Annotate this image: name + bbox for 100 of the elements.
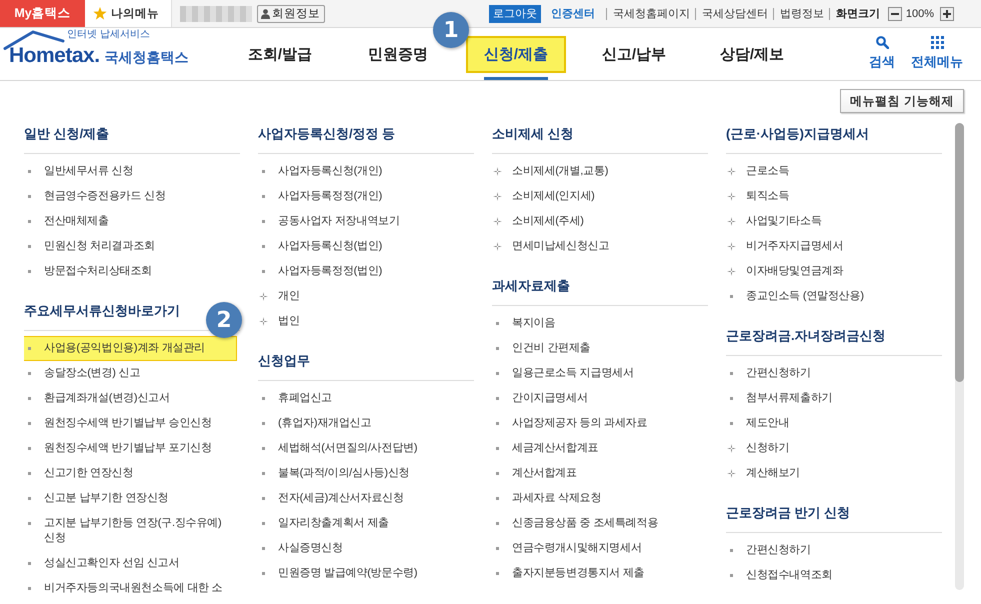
menu-link[interactable]: 소비제세(개별,교통) — [490, 159, 705, 184]
section-heading: 사업자등록신청/정정 등 — [258, 126, 396, 141]
menu-link[interactable]: 고지분 납부기한등 연장(구.징수유예) 신청 — [24, 511, 237, 551]
nav-tab[interactable]: 신고/납부 — [584, 36, 684, 73]
menu-link[interactable]: 비거주자등의국내원천소득에 대한 소 — [24, 576, 237, 601]
cross-bullet-icon — [259, 317, 268, 326]
menu-link[interactable]: 세금계산서합계표 — [490, 436, 705, 461]
bullet-icon — [28, 587, 31, 590]
menu-link[interactable]: 일반세무서류 신청 — [24, 159, 237, 184]
collapse-button[interactable]: 메뉴펼침 기능해제 — [840, 89, 964, 113]
my-hometax-link[interactable]: My홈택스 — [0, 0, 85, 27]
bullet-icon — [28, 397, 31, 400]
search-button[interactable]: 검색 — [869, 36, 895, 71]
section-heading: 근로장려금 반기 신청 — [726, 505, 850, 520]
bullet-icon — [496, 547, 499, 550]
menu-link[interactable]: 성실신고확인자 선임 신고서 — [24, 551, 237, 576]
bullet-icon — [496, 497, 499, 500]
my-menu-link[interactable]: 나의메뉴 — [85, 0, 172, 27]
menu-link[interactable]: 연금수령개시및해지명세서 — [490, 536, 705, 561]
bullet-icon — [28, 372, 31, 375]
menu-link[interactable]: 사업자등록신청(법인) — [256, 234, 471, 259]
menu-link[interactable]: 계산서합계표 — [490, 461, 705, 486]
menu-link[interactable]: 원천징수세액 반기별납부 포기신청 — [24, 436, 237, 461]
menu-link[interactable]: 소비제세(인지세) — [490, 184, 705, 209]
cross-bullet-icon — [493, 242, 502, 251]
scrollbar-thumb[interactable] — [955, 123, 964, 382]
nav-tab[interactable]: 신청/제출 — [466, 36, 566, 73]
menu-link[interactable]: 신고기한 연장신청 — [24, 461, 237, 486]
bullet-icon — [28, 497, 31, 500]
bullet-icon — [28, 270, 31, 273]
top-link[interactable]: 법령정보 — [772, 8, 829, 20]
menu-link[interactable]: 신고분 납부기한 연장신청 — [24, 486, 237, 511]
menu-link[interactable]: 근로소득 — [724, 159, 939, 184]
plus-icon — [943, 10, 951, 18]
grid-icon — [930, 36, 944, 49]
menu-link[interactable]: 제도안내 — [724, 411, 939, 436]
menu-link[interactable]: 신종금융상품 중 조세특례적용 — [490, 511, 705, 536]
member-info-button[interactable]: 회원정보 — [257, 4, 325, 22]
menu-link[interactable]: 출자지분등변경통지서 제출 — [490, 561, 705, 586]
menu-link[interactable]: 불복(과적/이의/심사등)신청 — [256, 461, 471, 486]
menu-link[interactable]: 사업자등록정정(개인) — [256, 184, 471, 209]
menu-link[interactable]: 전산매체제출 — [24, 209, 237, 234]
menu-link[interactable]: 법인 — [256, 309, 471, 334]
menu-link[interactable]: 첨부서류제출하기 — [724, 386, 939, 411]
menu-link[interactable]: 민원신청 처리결과조회 — [24, 234, 237, 259]
top-link[interactable]: 국세상담센터 — [694, 8, 773, 20]
menu-link[interactable]: 송달장소(변경) 신고 — [24, 361, 237, 386]
menu-link[interactable]: 환급계좌개설(변경)신고서 — [24, 386, 237, 411]
bullet-icon — [262, 397, 265, 400]
menu-link[interactable]: 개인 — [256, 284, 471, 309]
zoom-in-button[interactable] — [940, 6, 954, 20]
menu-link[interactable]: 사실증명신청 — [256, 536, 471, 561]
menu-link[interactable]: 과세자료 삭제요청 — [490, 486, 705, 511]
menu-link[interactable]: 사업및기타소득 — [724, 209, 939, 234]
menu-link[interactable]: 소비제세(주세) — [490, 209, 705, 234]
menu-link[interactable]: 인건비 간편제출 — [490, 336, 705, 361]
menu-link[interactable]: 민원증명 발급예약(방문수령) — [256, 561, 471, 586]
menu-link[interactable]: 계산해보기 — [724, 461, 939, 486]
menu-link[interactable]: 세법해석(서면질의/사전답변) — [256, 436, 471, 461]
menu-link[interactable]: 휴폐업신고 — [256, 386, 471, 411]
blurred-name-placeholder — [180, 6, 252, 22]
menu-link[interactable]: 간이지급명세서 — [490, 386, 705, 411]
menu-link[interactable]: 간편신청하기 — [724, 538, 939, 563]
all-menu-button[interactable]: 전체메뉴 — [911, 36, 963, 71]
menu-link[interactable]: 사업자등록정정(법인) — [256, 259, 471, 284]
menu-link[interactable]: 신청하기 — [724, 436, 939, 461]
menu-link[interactable]: 비거주자지급명세서 — [724, 234, 939, 259]
menu-link[interactable]: (휴업자)재개업신고 — [256, 411, 471, 436]
menu-link[interactable]: 복지이음 — [490, 311, 705, 336]
nav-tab[interactable]: 상담/제보 — [702, 36, 802, 73]
bullet-icon — [730, 295, 733, 298]
bullet-icon — [496, 422, 499, 425]
menu-link[interactable]: 일자리창출계획서 제출 — [256, 511, 471, 536]
menu-link[interactable]: 퇴직소득 — [724, 184, 939, 209]
menu-link[interactable]: 일용근로소득 지급명세서 — [490, 361, 705, 386]
cert-center-link[interactable]: 인증센터 — [550, 6, 595, 21]
menu-link[interactable]: 전자(세금)계산서자료신청 — [256, 486, 471, 511]
logout-button[interactable]: 로그아웃 — [488, 4, 541, 22]
menu-link[interactable]: 사업용(공익법인용)계좌 개설관리 — [24, 336, 237, 361]
menu-link[interactable]: 방문접수처리상태조회 — [24, 259, 237, 284]
cross-bullet-icon — [493, 192, 502, 201]
nav-tab[interactable]: 조회/발급 — [230, 36, 330, 73]
zoom-out-button[interactable] — [888, 6, 902, 20]
menu-link[interactable]: 신청접수내역조회 — [724, 563, 939, 588]
cross-bullet-icon — [727, 444, 736, 453]
menu-link[interactable]: 면세미납세신청신고 — [490, 234, 705, 259]
logo-wordmark[interactable]: Hometax. — [9, 44, 100, 68]
menu-link[interactable]: 공동사업자 저장내역보기 — [256, 209, 471, 234]
bullet-icon — [28, 220, 31, 223]
menu-link[interactable]: 현금영수증전용카드 신청 — [24, 184, 237, 209]
menu-link[interactable]: 간편신청하기 — [724, 361, 939, 386]
menu-link[interactable]: 사업자등록신청(개인) — [256, 159, 471, 184]
menu-link[interactable]: 원천징수세액 반기별납부 승인신청 — [24, 411, 237, 436]
menu-link[interactable]: 사업장제공자 등의 과세자료 — [490, 411, 705, 436]
logo-title[interactable]: 국세청홈택스 — [104, 49, 189, 67]
screen-size-label: 화면크기 — [828, 8, 885, 20]
menu-link[interactable]: 이자배당및연금계좌 — [724, 259, 939, 284]
top-link[interactable]: 국세청홈페이지 — [606, 8, 695, 20]
step-badge: 2 — [206, 302, 242, 338]
menu-link[interactable]: 종교인소득 (연말정산용) — [724, 284, 939, 309]
